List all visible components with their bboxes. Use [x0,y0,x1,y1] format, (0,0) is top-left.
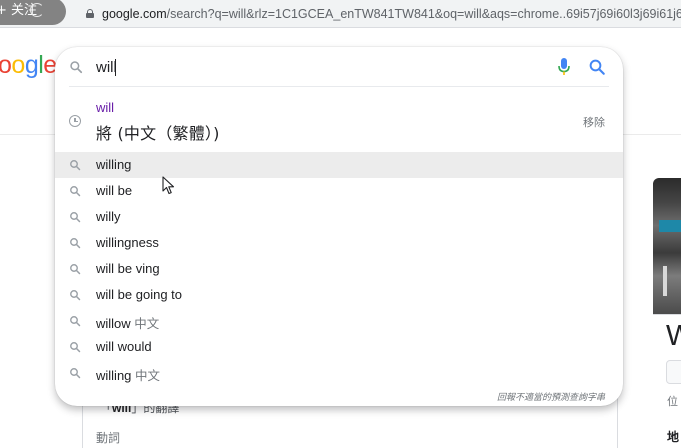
search-submit-icon[interactable] [588,58,606,76]
microphone-icon[interactable] [556,57,572,77]
knowledge-panel-divider [653,314,681,315]
report-predictions-link[interactable]: 回報不適當的預測查詢字串 [497,390,605,403]
history-description: 將 (中文（繁體）) [96,124,220,143]
search-icon [70,160,81,171]
suggestion-label: willing [96,157,132,172]
history-word: will [96,100,115,115]
google-logo[interactable]: oogle [0,51,57,80]
suggestion-item[interactable]: willy [55,204,623,230]
search-icon [70,264,81,275]
suggestion-label: willing 中文 [96,368,161,383]
clock-icon [69,115,81,127]
suggestion-item[interactable]: willingness [55,230,623,256]
suggestion-item[interactable]: will would [55,334,623,360]
knowledge-panel-button[interactable] [666,360,681,384]
search-divider [69,86,609,87]
url-text[interactable]: google.com/search?q=will&rlz=1C1GCEA_enT… [102,7,681,21]
search-input[interactable] [96,57,536,77]
suggestion-item[interactable]: will be ving [55,256,623,282]
search-icon [70,61,83,74]
suggestion-list: willing will be willy willingness will b… [55,152,623,386]
suggestion-item[interactable]: willing [55,152,623,178]
search-icon [70,290,81,301]
search-icon [70,368,81,379]
reload-icon [30,3,44,17]
search-icon [70,186,81,197]
mouse-pointer-icon [162,176,175,195]
remove-history-button[interactable]: 移除 [583,114,605,130]
text-caret [115,59,116,76]
browser-window: google.com/search?q=will&rlz=1C1GCEA_enT… [0,0,681,448]
knowledge-panel-text: 位 [667,396,678,408]
url-host: google.com [102,7,167,21]
suggestion-label: willow 中文 [96,316,160,331]
knowledge-panel-image[interactable] [653,178,681,314]
url-path: /search?q=will&rlz=1C1GCEA_enTW841TW841&… [166,7,681,21]
suggestion-label: will would [96,339,152,354]
suggestion-label: will be [96,183,133,198]
search-icon [70,212,81,223]
search-box[interactable] [55,47,623,87]
search-icon [70,238,81,249]
suggestion-item[interactable]: willow 中文 [55,308,623,334]
address-bar[interactable]: google.com/search?q=will&rlz=1C1GCEA_enT… [0,0,681,28]
history-suggestion[interactable]: will 將 (中文（繁體）) 移除 [55,95,623,149]
search-suggestions-dropdown: will 將 (中文（繁體）) 移除 willing will be willy… [55,47,623,406]
search-icon [70,316,81,327]
suggestion-item[interactable]: will be going to [55,282,623,308]
suggestion-label: willingness [96,235,159,250]
suggestion-label: will be going to [96,287,182,302]
suggestion-item[interactable]: willing 中文 [55,360,623,386]
lock-icon[interactable] [86,9,94,18]
suggestion-item[interactable]: will be [55,178,623,204]
part-of-speech-label: 動詞 [96,431,121,445]
search-icon [70,342,81,353]
knowledge-panel-address-label: 地 [667,430,680,444]
suggestion-label: willy [96,209,121,224]
knowledge-panel-title: W [666,320,681,352]
suggestion-label: will be ving [96,261,160,276]
follow-overlay-button[interactable]: + 关注 [0,0,66,25]
